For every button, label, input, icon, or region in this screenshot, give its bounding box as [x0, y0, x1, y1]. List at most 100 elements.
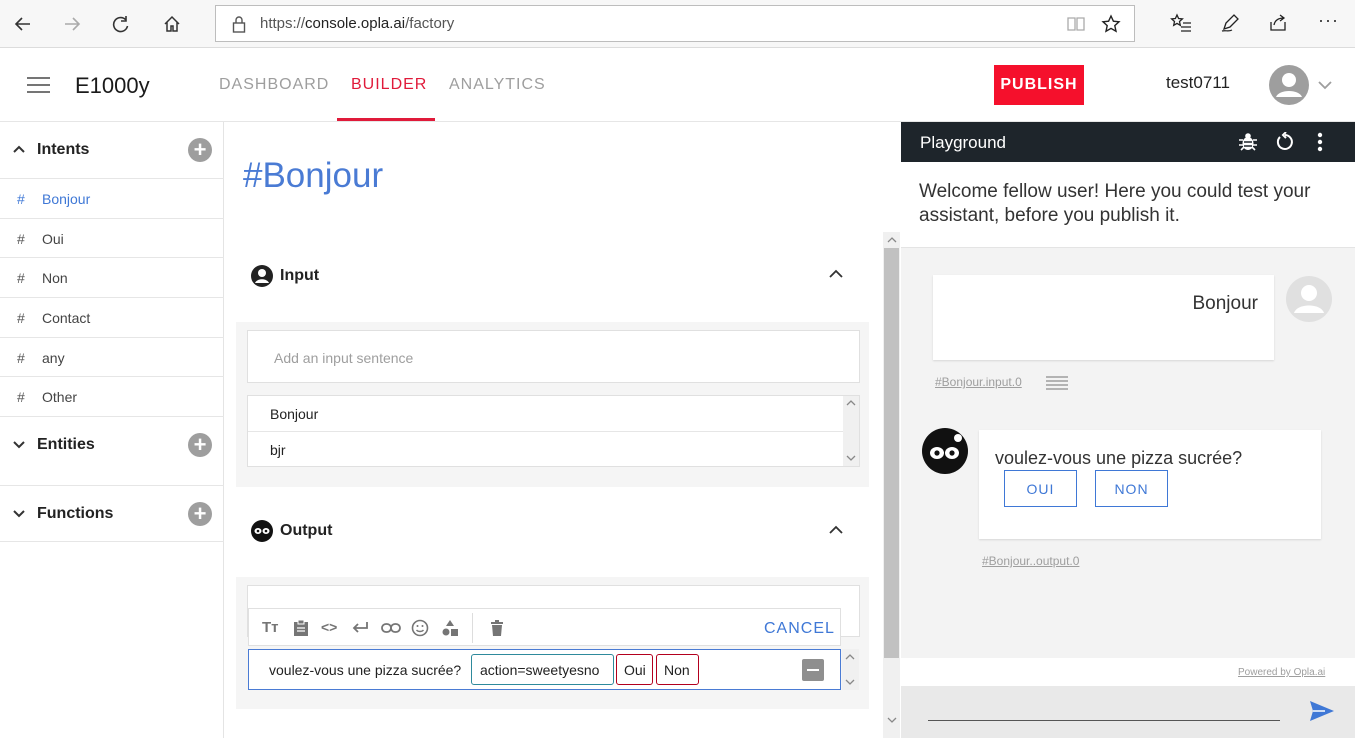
more-options-icon[interactable]: ··· — [1318, 10, 1339, 31]
account-circle-icon — [251, 265, 273, 287]
hamburger-menu-icon[interactable] — [27, 77, 50, 93]
bot-choice-oui-button[interactable]: OUI — [1004, 470, 1077, 507]
output-title: Output — [280, 522, 333, 539]
input-placeholder: Add an input sentence — [274, 350, 414, 366]
scroll-up-icon[interactable] — [846, 399, 856, 407]
tab-analytics[interactable]: ANALYTICS — [449, 76, 546, 94]
output-text[interactable]: voulez-vous une pizza sucrée? — [269, 662, 461, 678]
user-avatar-icon[interactable] — [1268, 64, 1310, 106]
url-text[interactable]: https://console.opla.ai/factory — [260, 15, 454, 32]
output-sentence-editor[interactable]: voulez-vous une pizza sucrée? action=swe… — [248, 649, 841, 690]
sidebar-item-non[interactable]: # Non — [0, 257, 224, 297]
bot-avatar-icon — [922, 428, 968, 474]
remove-sentence-icon[interactable] — [802, 659, 824, 681]
powered-by-link[interactable]: Powered by Opla.ai — [1238, 667, 1325, 678]
sidebar-item-contact[interactable]: # Contact — [0, 297, 224, 337]
sidebar-item-other[interactable]: # Other — [0, 376, 224, 416]
intent-label: Bonjour — [42, 191, 91, 207]
bot-intent-ref-link[interactable]: #Bonjour..output.0 — [982, 554, 1079, 568]
sidebar-item-oui[interactable]: # Oui — [0, 218, 224, 258]
collapse-input-icon[interactable] — [829, 269, 843, 279]
chevron-down-icon[interactable] — [1318, 80, 1332, 90]
collapse-output-icon[interactable] — [829, 525, 843, 535]
home-icon[interactable] — [158, 10, 186, 38]
sidebar-item-any[interactable]: # any — [0, 337, 224, 377]
reset-icon[interactable] — [1275, 132, 1295, 152]
app-title: E1000y — [75, 73, 150, 98]
add-intent-button[interactable]: + — [188, 138, 212, 162]
button-tag-oui[interactable]: Oui — [616, 654, 653, 685]
favorites-list-icon[interactable] — [1170, 13, 1192, 33]
user-intent-ref-link[interactable]: #Bonjour.input.0 — [935, 375, 1022, 389]
sidebar-item-bonjour[interactable]: # Bonjour — [0, 178, 224, 218]
intents-section-header[interactable]: Intents + — [0, 122, 224, 178]
address-bar[interactable]: https://console.opla.ai/factory — [215, 5, 1135, 42]
list-item[interactable]: Bonjour — [248, 396, 843, 432]
scroll-up-icon[interactable] — [845, 653, 855, 661]
reading-view-icon[interactable] — [1067, 16, 1085, 32]
tab-dashboard[interactable]: DASHBOARD — [219, 76, 329, 94]
action-tag[interactable]: action=sweetyesno — [471, 654, 614, 685]
intent-label: Contact — [42, 310, 91, 326]
url-path: /factory — [405, 15, 455, 32]
favorite-star-icon[interactable] — [1101, 14, 1121, 34]
chevron-down-icon[interactable] — [12, 506, 26, 520]
send-icon[interactable] — [1309, 700, 1335, 722]
active-tab-indicator — [337, 118, 435, 121]
entities-section-header[interactable]: Entities + — [0, 416, 224, 472]
forward-arrow-icon[interactable] — [58, 10, 86, 38]
scroll-down-icon[interactable] — [845, 678, 855, 686]
link-icon[interactable] — [381, 621, 401, 635]
tab-builder[interactable]: BUILDER — [351, 76, 427, 94]
playground-header: Playground — [901, 122, 1355, 162]
pen-note-icon[interactable] — [1220, 13, 1240, 33]
scroll-down-icon[interactable] — [846, 454, 856, 462]
output-scrollbar[interactable] — [842, 649, 859, 690]
scroll-down-icon[interactable] — [887, 716, 897, 724]
shapes-icon[interactable] — [441, 619, 459, 637]
url-scheme: https:// — [260, 15, 306, 32]
input-sentences-list: Bonjour bjr — [247, 395, 860, 467]
details-lines-icon[interactable] — [1046, 376, 1068, 390]
code-icon[interactable]: <> — [321, 619, 337, 635]
scroll-up-icon[interactable] — [887, 236, 897, 244]
list-scrollbar[interactable] — [843, 396, 859, 466]
chevron-down-icon[interactable] — [12, 437, 26, 451]
toolbar-divider — [472, 613, 473, 643]
share-icon[interactable] — [1268, 13, 1288, 33]
text-size-icon[interactable]: Tт — [262, 619, 279, 636]
editor-scrollbar[interactable] — [883, 232, 900, 738]
trash-icon[interactable] — [490, 619, 504, 637]
bug-icon[interactable] — [1238, 132, 1258, 152]
bot-choice-non-button[interactable]: NON — [1095, 470, 1168, 507]
more-vertical-icon[interactable] — [1317, 132, 1323, 152]
refresh-icon[interactable] — [107, 10, 135, 38]
chevron-up-icon[interactable] — [12, 142, 26, 156]
add-entity-button[interactable]: + — [188, 433, 212, 457]
line-break-icon[interactable] — [351, 621, 369, 635]
button-tag-non[interactable]: Non — [656, 654, 699, 685]
bot-message-bubble: voulez-vous une pizza sucrée? OUI NON — [979, 430, 1321, 539]
intent-label: Oui — [42, 231, 64, 247]
lock-icon — [232, 16, 246, 33]
add-function-button[interactable]: + — [188, 502, 212, 526]
input-sentence-text: Bonjour — [270, 406, 319, 422]
hash-icon: # — [17, 310, 25, 326]
clipboard-icon[interactable] — [293, 619, 309, 637]
input-sentence-field[interactable]: Add an input sentence — [247, 330, 860, 383]
back-arrow-icon[interactable] — [9, 10, 37, 38]
message-input[interactable] — [928, 720, 1280, 721]
app-header: E1000y DASHBOARD BUILDER ANALYTICS PUBLI… — [0, 48, 1355, 122]
functions-section-header[interactable]: Functions + — [0, 485, 224, 542]
publish-button[interactable]: PUBLISH — [994, 65, 1084, 105]
cancel-button[interactable]: CANCEL — [764, 620, 835, 638]
intent-label: any — [42, 350, 65, 366]
format-toolbar: Tт <> CANCEL — [248, 608, 841, 646]
intent-label: Other — [42, 389, 78, 405]
user-message-bubble: Bonjour — [933, 275, 1274, 360]
list-item[interactable]: bjr — [248, 432, 843, 467]
user-message-text: Bonjour — [1192, 293, 1259, 314]
hash-icon: # — [17, 270, 25, 286]
scrollbar-thumb[interactable] — [884, 248, 899, 658]
emoji-icon[interactable] — [411, 619, 429, 637]
